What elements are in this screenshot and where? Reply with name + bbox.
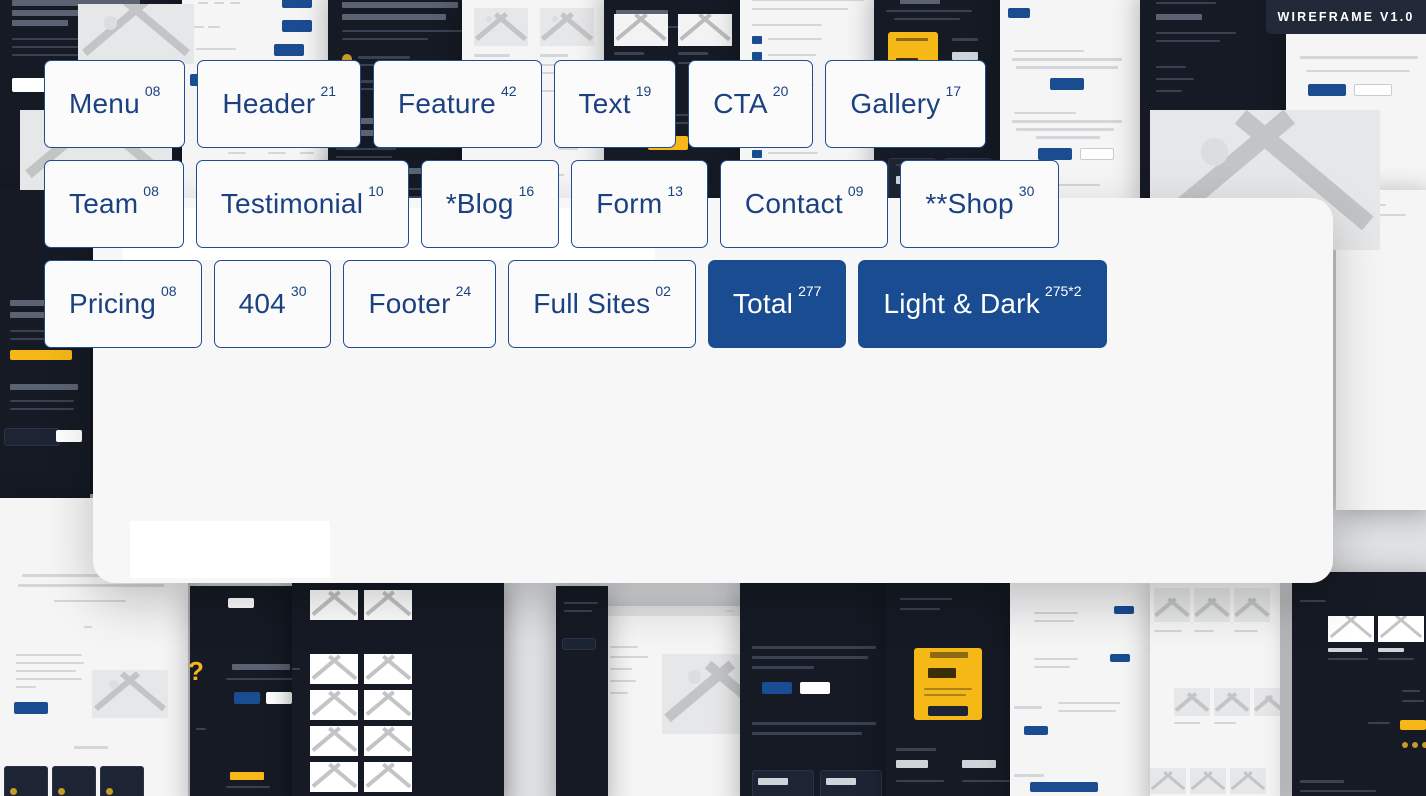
category-chip-label: CTA (713, 88, 768, 119)
category-chip-light-dark[interactable]: Light & Dark 275*2 (858, 260, 1107, 348)
category-chip-count: 17 (945, 83, 962, 99)
category-chip-label: Feature (398, 88, 496, 119)
category-chip-label: Menu (69, 88, 140, 119)
category-chip-header[interactable]: Header 21 (197, 60, 362, 148)
wireframe-version-badge: WIREFRAME V1.0 (1266, 0, 1426, 34)
category-chip-404[interactable]: 404 30 (213, 260, 332, 348)
category-chip-count: 30 (290, 283, 307, 299)
category-chip-count: 277 (798, 283, 822, 299)
category-chip-label: **Shop (925, 188, 1014, 219)
category-chip-blog[interactable]: *Blog 16 (420, 160, 560, 248)
category-chip-label: *Blog (445, 188, 514, 219)
category-chip-contact[interactable]: Contact 09 (719, 160, 889, 248)
category-chip-text[interactable]: Text 19 (553, 60, 677, 148)
category-chip-count: 08 (144, 83, 161, 99)
category-chip-form[interactable]: Form 13 (571, 160, 708, 248)
category-chip-label: Full Sites (533, 288, 651, 319)
category-chip-cta[interactable]: CTA 20 (688, 60, 814, 148)
category-chip-feature[interactable]: Feature 42 (373, 60, 542, 148)
category-chip-label: Text (578, 88, 631, 119)
category-chip-count: 08 (143, 183, 159, 199)
category-chip-label: Header (222, 88, 316, 119)
wireframe-version-label: WIREFRAME V1.0 (1277, 10, 1415, 24)
category-chip-count: 24 (455, 283, 472, 299)
category-chip-team[interactable]: Team 08 (44, 160, 184, 248)
category-chip-count: 21 (320, 83, 337, 99)
category-chip-count: 42 (500, 83, 517, 99)
category-chip-count: 30 (1018, 183, 1035, 199)
category-chip-count: 10 (368, 183, 384, 199)
category-chip-count: 02 (655, 283, 671, 299)
category-chip-footer[interactable]: Footer 24 (343, 260, 497, 348)
category-chip-label: Total (732, 288, 794, 319)
category-chip-count: 20 (772, 83, 789, 99)
category-row: Pricing 08 404 30 Footer 24 Full Sites 02 Total 2… (44, 260, 1382, 348)
category-chip-gallery[interactable]: Gallery 17 (825, 60, 987, 148)
category-chip-count: 275*2 (1044, 283, 1082, 299)
category-row: Menu 08 Header 21 Feature 42 Text 19 CTA 20 Galler… (44, 60, 1382, 148)
category-chip-full-sites[interactable]: Full Sites 02 (508, 260, 696, 348)
category-chip-testimonial[interactable]: Testimonial 10 (195, 160, 409, 248)
category-chip-label: Footer (368, 288, 451, 319)
category-chip-count: 08 (161, 283, 177, 299)
category-chip-label: Testimonial (220, 188, 364, 219)
category-chip-pricing[interactable]: Pricing 08 (44, 260, 202, 348)
category-chip-count: 19 (635, 83, 652, 99)
category-chip-shop[interactable]: **Shop 30 (900, 160, 1060, 248)
category-chip-label: Light & Dark (883, 288, 1040, 319)
category-chip-label: Pricing (69, 288, 156, 319)
category-row: Team 08 Testimonial 10 *Blog 16 Form 13 Contact 0… (44, 160, 1382, 248)
category-grid: Menu 08 Header 21 Feature 42 Text 19 CTA 20 Galler… (0, 0, 1426, 796)
category-chip-label: 404 (238, 288, 286, 319)
category-chip-total[interactable]: Total 277 (707, 260, 847, 348)
category-chip-label: Form (596, 188, 663, 219)
category-chip-count: 09 (847, 183, 864, 199)
category-chip-count: 16 (518, 183, 535, 199)
category-chip-count: 13 (667, 183, 683, 199)
category-chip-label: Team (69, 188, 139, 219)
category-chip-label: Contact (744, 188, 843, 219)
category-chip-label: Gallery (850, 88, 941, 119)
category-chip-menu[interactable]: Menu 08 (44, 60, 186, 148)
